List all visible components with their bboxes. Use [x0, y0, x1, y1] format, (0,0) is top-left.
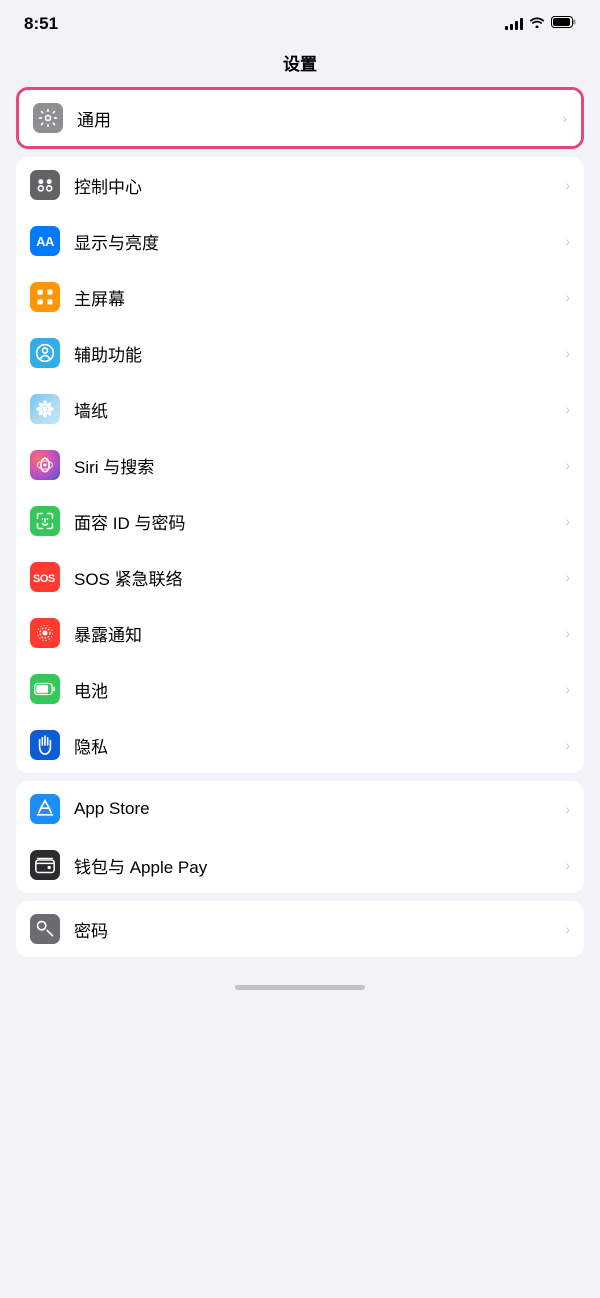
wallpaper-icon	[30, 394, 60, 424]
siri-label: Siri 与搜索	[74, 453, 559, 478]
page-title-bar: 设置	[0, 42, 600, 87]
app-store-icon	[30, 794, 60, 824]
row-app-store[interactable]: App Store ›	[16, 781, 584, 837]
siri-icon	[30, 450, 60, 480]
status-icons	[505, 15, 576, 33]
row-home-screen[interactable]: 主屏幕 ›	[16, 269, 584, 325]
control-center-label: 控制中心	[74, 173, 559, 198]
sos-icon: SOS	[30, 562, 60, 592]
control-center-icon	[30, 170, 60, 200]
row-sos[interactable]: SOS SOS 紧急联络 ›	[16, 549, 584, 605]
row-privacy[interactable]: 隐私 ›	[16, 717, 584, 773]
exposure-label: 暴露通知	[74, 621, 559, 646]
wallpaper-chevron: ›	[565, 401, 570, 417]
settings-container: 通用 › 控制中心 › AA 显示与亮度 › 主屏幕 › 辅助功能 › 墙纸 ›	[0, 87, 600, 957]
privacy-label: 隐私	[74, 733, 559, 758]
display-icon: AA	[30, 226, 60, 256]
accessibility-chevron: ›	[565, 345, 570, 361]
wifi-icon	[529, 15, 545, 33]
accessibility-icon	[30, 338, 60, 368]
row-password[interactable]: 密码 ›	[16, 901, 584, 957]
faceid-chevron: ›	[565, 513, 570, 529]
section-section1: 控制中心 › AA 显示与亮度 › 主屏幕 › 辅助功能 › 墙纸 › Siri 与搜索 ›	[16, 157, 584, 773]
battery-label: 电池	[74, 677, 559, 702]
row-battery[interactable]: 电池 ›	[16, 661, 584, 717]
exposure-chevron: ›	[565, 625, 570, 641]
exposure-icon	[30, 618, 60, 648]
privacy-chevron: ›	[565, 737, 570, 753]
wallpaper-label: 墙纸	[74, 397, 559, 422]
faceid-icon	[30, 506, 60, 536]
section-section3: 密码 ›	[16, 901, 584, 957]
row-wallpaper[interactable]: 墙纸 ›	[16, 381, 584, 437]
general-label: 通用	[77, 106, 556, 131]
status-time: 8:51	[24, 14, 58, 34]
control-center-chevron: ›	[565, 177, 570, 193]
row-siri[interactable]: Siri 与搜索 ›	[16, 437, 584, 493]
wallet-icon	[30, 850, 60, 880]
row-faceid[interactable]: 面容 ID 与密码 ›	[16, 493, 584, 549]
signal-icon	[505, 18, 523, 30]
svg-text:SOS: SOS	[33, 573, 55, 585]
battery-icon	[30, 674, 60, 704]
display-label: 显示与亮度	[74, 229, 559, 254]
sos-chevron: ›	[565, 569, 570, 585]
wallet-label: 钱包与 Apple Pay	[74, 853, 559, 878]
battery-chevron: ›	[565, 681, 570, 697]
sos-label: SOS 紧急联络	[74, 565, 559, 590]
row-control-center[interactable]: 控制中心 ›	[16, 157, 584, 213]
display-chevron: ›	[565, 233, 570, 249]
home-indicator	[0, 965, 600, 1000]
siri-chevron: ›	[565, 457, 570, 473]
home-bar	[235, 985, 365, 990]
general-chevron: ›	[562, 110, 567, 126]
status-bar: 8:51	[0, 0, 600, 42]
wallet-chevron: ›	[565, 857, 570, 873]
general-icon	[33, 103, 63, 133]
password-icon	[30, 914, 60, 944]
home-screen-label: 主屏幕	[74, 285, 559, 310]
accessibility-label: 辅助功能	[74, 341, 559, 366]
password-chevron: ›	[565, 921, 570, 937]
page-title: 设置	[283, 55, 317, 74]
row-exposure[interactable]: 暴露通知 ›	[16, 605, 584, 661]
battery-icon	[551, 15, 576, 33]
privacy-icon	[30, 730, 60, 760]
row-accessibility[interactable]: 辅助功能 ›	[16, 325, 584, 381]
home-screen-icon	[30, 282, 60, 312]
row-general[interactable]: 通用 ›	[19, 90, 581, 146]
section-general-highlighted: 通用 ›	[16, 87, 584, 149]
section-section2: App Store › 钱包与 Apple Pay ›	[16, 781, 584, 893]
row-wallet[interactable]: 钱包与 Apple Pay ›	[16, 837, 584, 893]
home-screen-chevron: ›	[565, 289, 570, 305]
app-store-label: App Store	[74, 799, 559, 819]
faceid-label: 面容 ID 与密码	[74, 509, 559, 534]
password-label: 密码	[74, 917, 559, 942]
app-store-chevron: ›	[565, 801, 570, 817]
row-display[interactable]: AA 显示与亮度 ›	[16, 213, 584, 269]
